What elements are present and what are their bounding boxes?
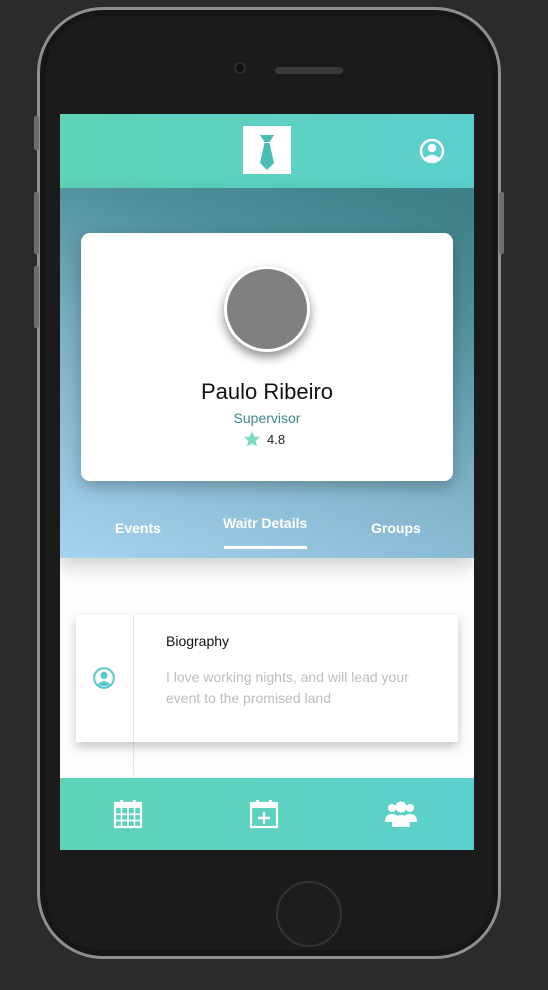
front-camera xyxy=(234,62,246,74)
profile-header: Paulo Ribeiro Supervisor 4.8 Events Wait… xyxy=(60,188,474,558)
user-circle-icon xyxy=(93,667,115,689)
volume-up-button xyxy=(34,192,39,254)
profile-role: Supervisor xyxy=(233,410,301,426)
tab-waitr-details[interactable]: Waitr Details xyxy=(223,515,307,531)
star-icon xyxy=(243,431,261,447)
home-button[interactable] xyxy=(276,881,342,947)
app-screen: Paulo Ribeiro Supervisor 4.8 Events Wait… xyxy=(60,114,474,850)
profile-rating: 4.8 xyxy=(243,430,285,448)
card-divider xyxy=(133,615,134,742)
top-bar xyxy=(60,114,474,188)
biography-text: I love working nights, and will lead you… xyxy=(166,669,409,706)
details-content: Biography I love working nights, and wil… xyxy=(60,558,474,778)
earpiece-speaker xyxy=(275,67,343,74)
rating-value: 4.8 xyxy=(267,431,286,447)
power-button xyxy=(499,192,504,254)
volume-down-button xyxy=(34,266,39,328)
tab-events[interactable]: Events xyxy=(115,520,161,536)
tab-groups[interactable]: Groups xyxy=(371,520,421,536)
tie-icon xyxy=(260,135,274,170)
account-button[interactable] xyxy=(418,137,446,165)
nav-groups-button[interactable] xyxy=(384,798,417,830)
biography-title: Biography xyxy=(166,633,230,649)
profile-card: Paulo Ribeiro Supervisor 4.8 xyxy=(81,233,453,481)
mute-switch xyxy=(34,116,39,150)
profile-name: Paulo Ribeiro xyxy=(200,379,334,404)
calendar-add-icon xyxy=(249,800,279,829)
nav-add-event-button[interactable] xyxy=(248,798,280,830)
app-logo xyxy=(243,126,291,174)
group-icon xyxy=(385,801,417,827)
user-circle-icon xyxy=(419,138,445,164)
profile-photo xyxy=(224,266,310,352)
nav-calendar-button[interactable] xyxy=(112,798,144,830)
biography-card: Biography I love working nights, and wil… xyxy=(76,615,458,742)
profile-tabs: Events Waitr Details Groups xyxy=(60,510,474,550)
bottom-nav xyxy=(60,778,474,850)
calendar-icon xyxy=(113,800,143,829)
active-tab-indicator xyxy=(224,546,307,549)
